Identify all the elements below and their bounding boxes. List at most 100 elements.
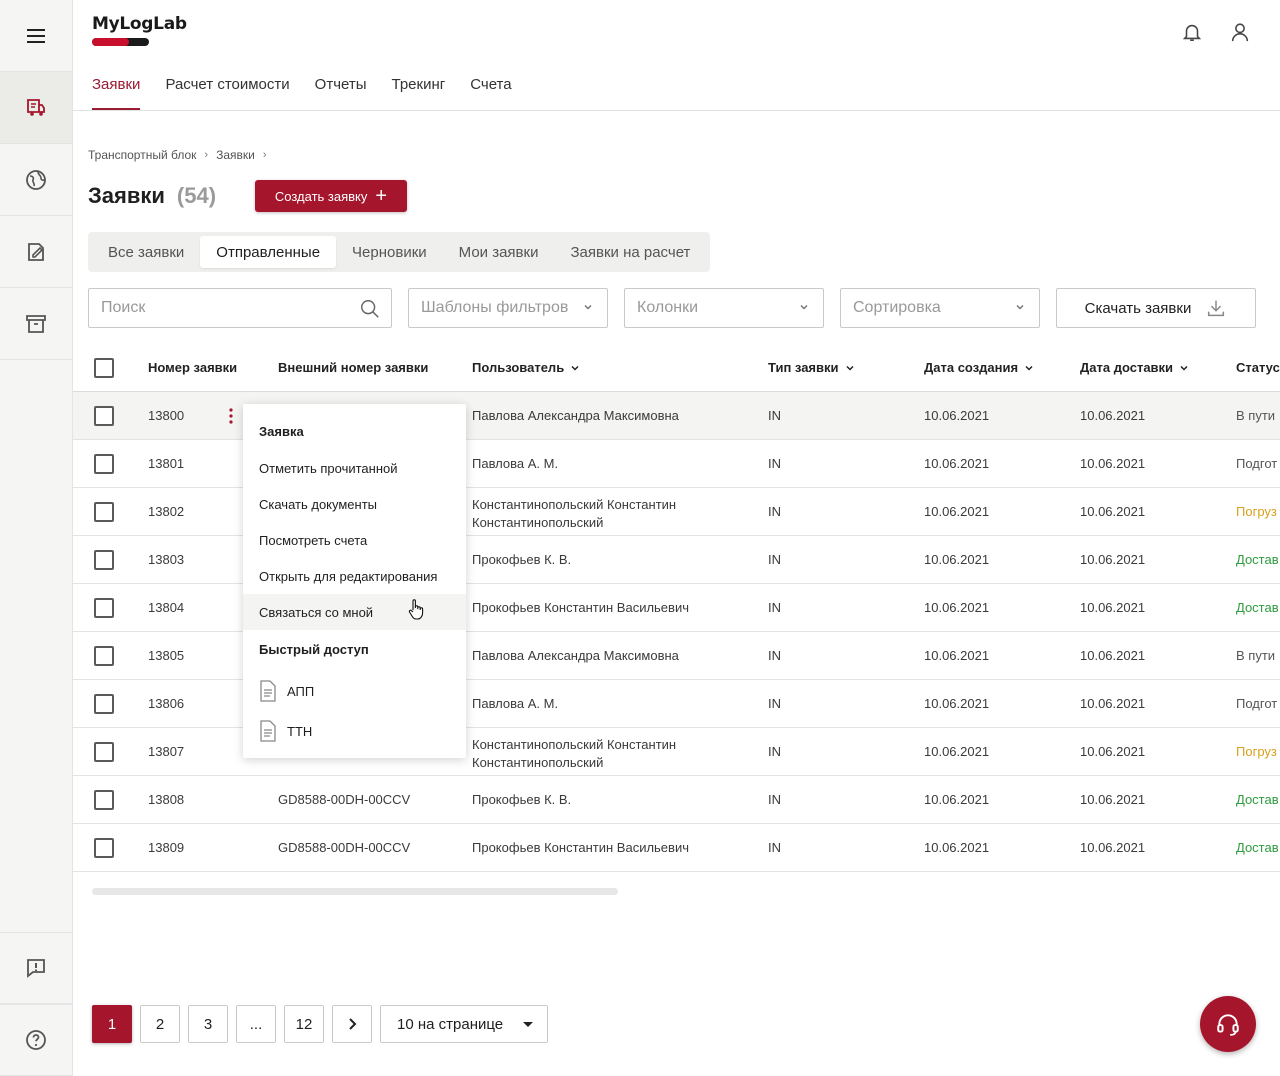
row-checkbox[interactable] <box>94 838 114 858</box>
search-input[interactable]: Поиск <box>88 288 392 328</box>
document-icon <box>260 720 276 742</box>
more-vertical-icon[interactable] <box>229 408 233 424</box>
menu-contact-me[interactable]: Связаться со мной <box>243 594 466 630</box>
page-count: (54) <box>176 183 217 208</box>
cell-type: IN <box>768 600 781 615</box>
row-checkbox[interactable] <box>94 646 114 666</box>
chevron-down-icon <box>571 365 579 371</box>
menu-contact-me-label: Связаться со мной <box>259 604 374 620</box>
col-delivery[interactable]: Дата доставки <box>1080 360 1189 375</box>
col-status[interactable]: Статус <box>1236 360 1280 375</box>
menu-button[interactable] <box>0 0 72 72</box>
segment-sent[interactable]: Отправленные <box>200 236 337 268</box>
menu-doc-ttn[interactable]: ТТН <box>259 720 312 742</box>
support-chat-button[interactable] <box>1200 996 1256 1052</box>
filter-templates-select[interactable]: Шаблоны фильтров <box>408 288 608 328</box>
menu-doc-app[interactable]: АПП <box>259 680 314 702</box>
col-type[interactable]: Тип заявки <box>768 360 855 375</box>
select-all-checkbox[interactable] <box>94 358 114 378</box>
col-number-label: Номер заявки <box>148 360 238 375</box>
cell-delivery: 10.06.2021 <box>1080 600 1146 615</box>
sort-select[interactable]: Сортировка <box>840 288 1040 328</box>
per-page-label: 10 на странице <box>397 1015 504 1033</box>
cell-created: 10.06.2021 <box>924 648 990 663</box>
col-user[interactable]: Пользователь <box>472 360 580 375</box>
cell-delivery: 10.06.2021 <box>1080 840 1146 855</box>
table-header: Номер заявки Внешний номер заявки Пользо… <box>73 344 1280 392</box>
per-page-select[interactable]: 10 на странице <box>380 1005 548 1043</box>
rail-archive-button[interactable] <box>0 288 72 360</box>
tab-requests[interactable]: Заявки <box>92 66 141 111</box>
columns-select[interactable]: Колонки <box>624 288 824 328</box>
row-checkbox[interactable] <box>94 790 114 810</box>
row-checkbox[interactable] <box>94 694 114 714</box>
hand-pointer-icon <box>408 599 424 620</box>
row-checkbox[interactable] <box>94 454 114 474</box>
left-rail <box>0 0 73 1076</box>
download-requests-button[interactable]: Скачать заявки <box>1056 288 1256 328</box>
page-1-button[interactable]: 1 <box>92 1005 132 1043</box>
tab-reports[interactable]: Отчеты <box>315 66 367 111</box>
search-placeholder: Поиск <box>101 299 146 316</box>
col-created[interactable]: Дата создания <box>924 360 1034 375</box>
cell-number: 13808 <box>148 792 185 807</box>
chevron-right-icon: › <box>204 149 209 161</box>
page-ellipsis-button[interactable]: ... <box>236 1005 276 1043</box>
menu-mark-read[interactable]: Отметить прочитанной <box>243 450 466 486</box>
row-checkbox[interactable] <box>94 406 114 426</box>
menu-view-invoices[interactable]: Посмотреть счета <box>243 522 466 558</box>
menu-open-edit[interactable]: Открыть для редактирования <box>243 558 466 594</box>
chevron-down-icon <box>800 304 808 310</box>
next-page-button[interactable] <box>332 1005 372 1043</box>
profile-button[interactable] <box>1228 20 1252 44</box>
cell-number: 13807 <box>148 744 185 759</box>
horizontal-scrollbar[interactable] <box>92 888 618 895</box>
rail-edit-button[interactable] <box>0 216 72 288</box>
tab-invoices[interactable]: Счета <box>470 66 511 111</box>
page-3-button[interactable]: 3 <box>188 1005 228 1043</box>
app-logo[interactable]: MyLogLab <box>92 14 187 46</box>
menu-header: Заявка <box>259 424 304 439</box>
cell-delivery: 10.06.2021 <box>1080 744 1146 759</box>
rail-globe-button[interactable] <box>0 144 72 216</box>
page-title: Заявки (54) <box>88 183 216 209</box>
breadcrumb-requests[interactable]: Заявки <box>216 148 255 162</box>
table-row[interactable]: 13808 GD8588-00DH-00CCV Прокофьев К. В. IN 1… <box>73 776 1280 824</box>
cell-number: 13802 <box>148 504 185 519</box>
segment-for-calc[interactable]: Заявки на расчет <box>554 236 706 268</box>
archive-icon <box>26 314 46 333</box>
cell-delivery: 10.06.2021 <box>1080 504 1146 519</box>
page-12-button[interactable]: 12 <box>284 1005 324 1043</box>
chevron-down-icon <box>1180 365 1188 371</box>
rail-help-button[interactable] <box>0 1004 72 1076</box>
menu-download-docs[interactable]: Скачать документы <box>243 486 466 522</box>
col-external-number[interactable]: Внешний номер заявки <box>278 360 428 375</box>
segment-mine[interactable]: Мои заявки <box>443 236 555 268</box>
col-number[interactable]: Номер заявки <box>148 360 237 375</box>
tab-cost-calc[interactable]: Расчет стоимости <box>165 66 289 111</box>
tab-tracking[interactable]: Трекинг <box>392 66 446 111</box>
table-row[interactable]: 13809 GD8588-00DH-00CCV Прокофьев Констант… <box>73 824 1280 872</box>
truck-doc-icon <box>27 98 45 116</box>
page-2-button[interactable]: 2 <box>140 1005 180 1043</box>
menu-doc-ttn-label: ТТН <box>287 723 313 739</box>
row-checkbox[interactable] <box>94 598 114 618</box>
row-checkbox[interactable] <box>94 550 114 570</box>
row-checkbox[interactable] <box>94 502 114 522</box>
segment-drafts[interactable]: Черновики <box>336 236 443 268</box>
cell-created: 10.06.2021 <box>924 552 990 567</box>
rail-transport-button[interactable] <box>0 72 72 144</box>
cell-created: 10.06.2021 <box>924 696 990 711</box>
menu-doc-app-label: АПП <box>287 683 315 699</box>
cell-status: Погруз <box>1236 504 1277 519</box>
cell-created: 10.06.2021 <box>924 792 990 807</box>
cell-created: 10.06.2021 <box>924 744 990 759</box>
cell-delivery: 10.06.2021 <box>1080 456 1146 471</box>
create-request-button[interactable]: Создать заявку + <box>255 180 407 212</box>
breadcrumb-transport[interactable]: Транспортный блок <box>88 148 196 162</box>
hamburger-icon <box>27 28 45 43</box>
notifications-button[interactable] <box>1180 20 1204 44</box>
rail-feedback-button[interactable] <box>0 932 72 1004</box>
segment-all[interactable]: Все заявки <box>92 236 200 268</box>
row-checkbox[interactable] <box>94 742 114 762</box>
